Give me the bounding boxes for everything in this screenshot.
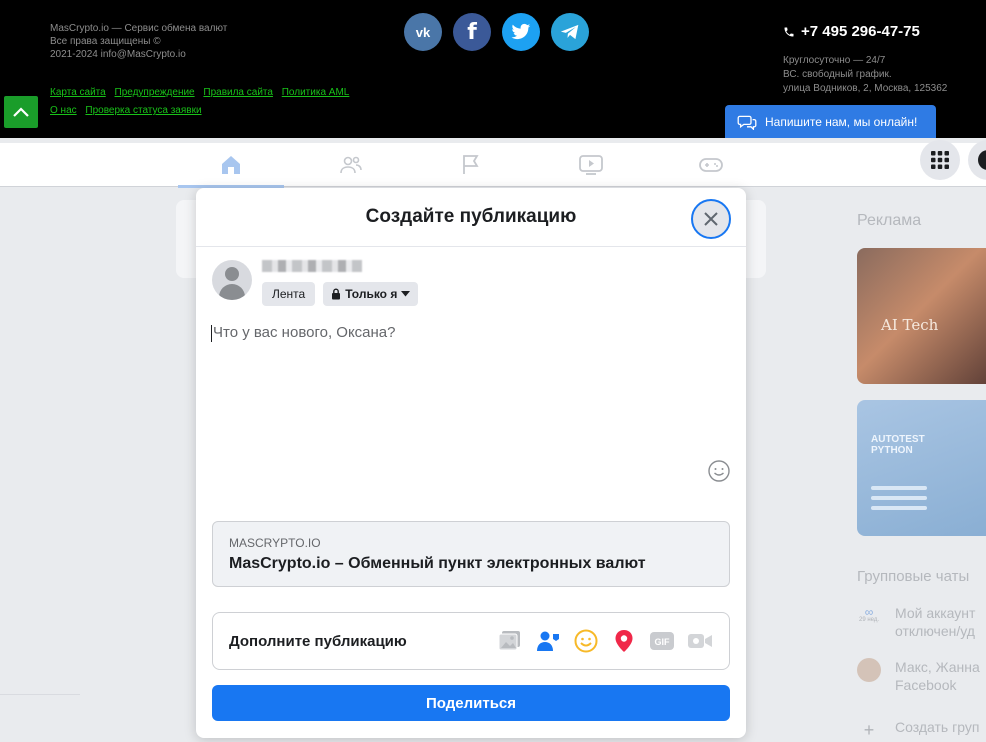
messenger-icon: [978, 150, 986, 170]
create-post-dialog: Создайте публикацию Лента Только я Что у…: [196, 188, 746, 738]
twitter-icon[interactable]: [502, 13, 540, 51]
friends-icon: [340, 156, 362, 174]
check-in-location-icon[interactable]: [611, 628, 637, 654]
ad-image-ai-tech[interactable]: AI Tech: [857, 248, 986, 384]
working-hours: Круглосуточно — 24/7: [783, 55, 886, 66]
group-chat-name: Мой аккаунт: [895, 605, 976, 621]
group-chat-item[interactable]: ∞ 29 нед. Мой аккаунт отключен/уд: [857, 604, 975, 640]
group-chat-name: Макс, Жанна: [895, 659, 980, 675]
messenger-button[interactable]: [968, 140, 986, 180]
link-warning[interactable]: Предупреждение: [115, 87, 195, 98]
site-footer: MasCrypto.io — Сервис обмена валют Все п…: [0, 0, 986, 138]
share-button[interactable]: Поделиться: [212, 685, 730, 721]
flag-icon: [463, 155, 479, 174]
photo-video-icon[interactable]: [497, 628, 523, 654]
phone-text: +7 495 296-47-75: [801, 23, 920, 40]
phone-number[interactable]: +7 495 296-47-75: [783, 23, 947, 40]
add-to-post-label: Дополните публикацию: [229, 632, 407, 650]
gif-icon[interactable]: GIF: [649, 628, 675, 654]
text-cursor: [211, 324, 212, 342]
chat-bubbles-icon: [737, 115, 757, 130]
group-chat-item[interactable]: Макс, Жанна Facebook: [857, 658, 980, 694]
smiley-icon: [708, 460, 730, 482]
privacy-selector[interactable]: Только я: [323, 282, 419, 306]
group-chat-badge: 29 нед.: [858, 617, 880, 623]
dialog-title: Создайте публикацию: [365, 206, 577, 227]
vk-icon[interactable]: vk: [404, 13, 442, 51]
lock-icon: [332, 288, 341, 300]
tab-watch[interactable]: [538, 143, 644, 187]
group-chat-name-line2: Facebook: [895, 677, 957, 693]
schedule: ВС. свободный график.: [783, 69, 892, 80]
tab-friends[interactable]: [298, 143, 404, 187]
group-avatar: [857, 658, 881, 682]
footer-rights: Все права защищены ©: [50, 36, 161, 47]
link-aml[interactable]: Политика AML: [282, 87, 350, 98]
meta-group-icon: ∞ 29 нед.: [858, 605, 880, 623]
footer-links: Карта сайта Предупреждение Правила сайта…: [50, 84, 355, 120]
ad2-line1: AUTOTEST: [871, 434, 925, 445]
link-preview-domain: MASCRYPTO.IO: [229, 536, 321, 550]
create-group-button[interactable]: + Создать груп: [857, 718, 980, 742]
close-icon: [704, 212, 718, 226]
link-preview-title: MasCrypto.io – Обменный пункт электронны…: [229, 555, 646, 572]
privacy-label: Только я: [345, 287, 398, 301]
menu-grid-button[interactable]: [920, 140, 960, 180]
group-chats-title: Групповые чаты: [857, 568, 970, 585]
right-sidebar: Реклама AI Tech AUTOTEST PYTHON Групповы…: [857, 212, 986, 739]
footer-info: MasCrypto.io — Сервис обмена валют Все п…: [50, 22, 227, 61]
ads-title: Реклама: [857, 212, 922, 229]
post-text-input[interactable]: Что у вас нового, Оксана?: [211, 324, 395, 342]
link-sitemap[interactable]: Карта сайта: [50, 87, 106, 98]
feeling-activity-icon[interactable]: [573, 628, 599, 654]
tab-gaming[interactable]: [658, 143, 764, 187]
online-chat-button[interactable]: Напишите нам, мы онлайн!: [725, 105, 936, 138]
link-preview-card[interactable]: MASCRYPTO.IO MasCrypto.io – Обменный пун…: [212, 521, 730, 587]
footer-contacts: +7 495 296-47-75 Круглосуточно — 24/7 ВС…: [783, 23, 947, 96]
facebook-nav: [0, 143, 986, 188]
tag-people-icon[interactable]: [535, 628, 561, 654]
ad-image-autotest-python[interactable]: AUTOTEST PYTHON: [857, 400, 986, 536]
video-play-icon: [579, 155, 603, 175]
telegram-icon[interactable]: [551, 13, 589, 51]
plus-icon: +: [863, 720, 875, 740]
audience-feed-chip[interactable]: Лента: [262, 282, 316, 306]
author-name-blurred: [262, 260, 362, 272]
avatar[interactable]: [212, 260, 252, 300]
tab-pages[interactable]: [418, 143, 524, 187]
link-status-check[interactable]: Проверка статуса заявки: [85, 105, 201, 116]
add-to-post-bar: Дополните публикацию GIF: [212, 612, 730, 670]
link-about[interactable]: О нас: [50, 105, 77, 116]
group-chat-name-line2: отключен/уд: [895, 623, 975, 639]
live-video-icon[interactable]: [687, 628, 713, 654]
tab-home[interactable]: [178, 143, 284, 188]
home-icon: [222, 156, 240, 174]
composer-placeholder: Что у вас нового, Оксана?: [213, 324, 396, 341]
footer-tagline: MasCrypto.io — Сервис обмена валют: [50, 23, 228, 34]
phone-icon: [784, 27, 794, 36]
link-rules[interactable]: Правила сайта: [203, 87, 273, 98]
create-group-label: Создать груп: [895, 719, 980, 735]
author-row: Лента Только я: [212, 260, 419, 306]
ad1-text: AI Tech: [881, 316, 939, 334]
social-links: vk f: [404, 13, 589, 51]
address: улица Водников, 2, Москва, 125362: [783, 83, 948, 94]
dialog-header: Создайте публикацию: [196, 188, 746, 247]
chevron-up-icon: [13, 107, 29, 117]
divider: [0, 694, 80, 695]
caret-down-icon: [401, 291, 411, 297]
close-button[interactable]: [691, 199, 731, 239]
facebook-icon[interactable]: f: [453, 13, 491, 51]
gamepad-icon: [699, 158, 723, 172]
grid-menu-icon: [931, 151, 949, 169]
emoji-button[interactable]: [708, 460, 730, 487]
scroll-to-top-button[interactable]: [4, 96, 38, 128]
chat-label: Напишите нам, мы онлайн!: [765, 114, 918, 129]
ad2-line2: PYTHON: [871, 445, 913, 456]
svg-text:GIF: GIF: [655, 637, 671, 647]
footer-copyright: 2021-2024 info@MasCrypto.io: [50, 49, 186, 60]
